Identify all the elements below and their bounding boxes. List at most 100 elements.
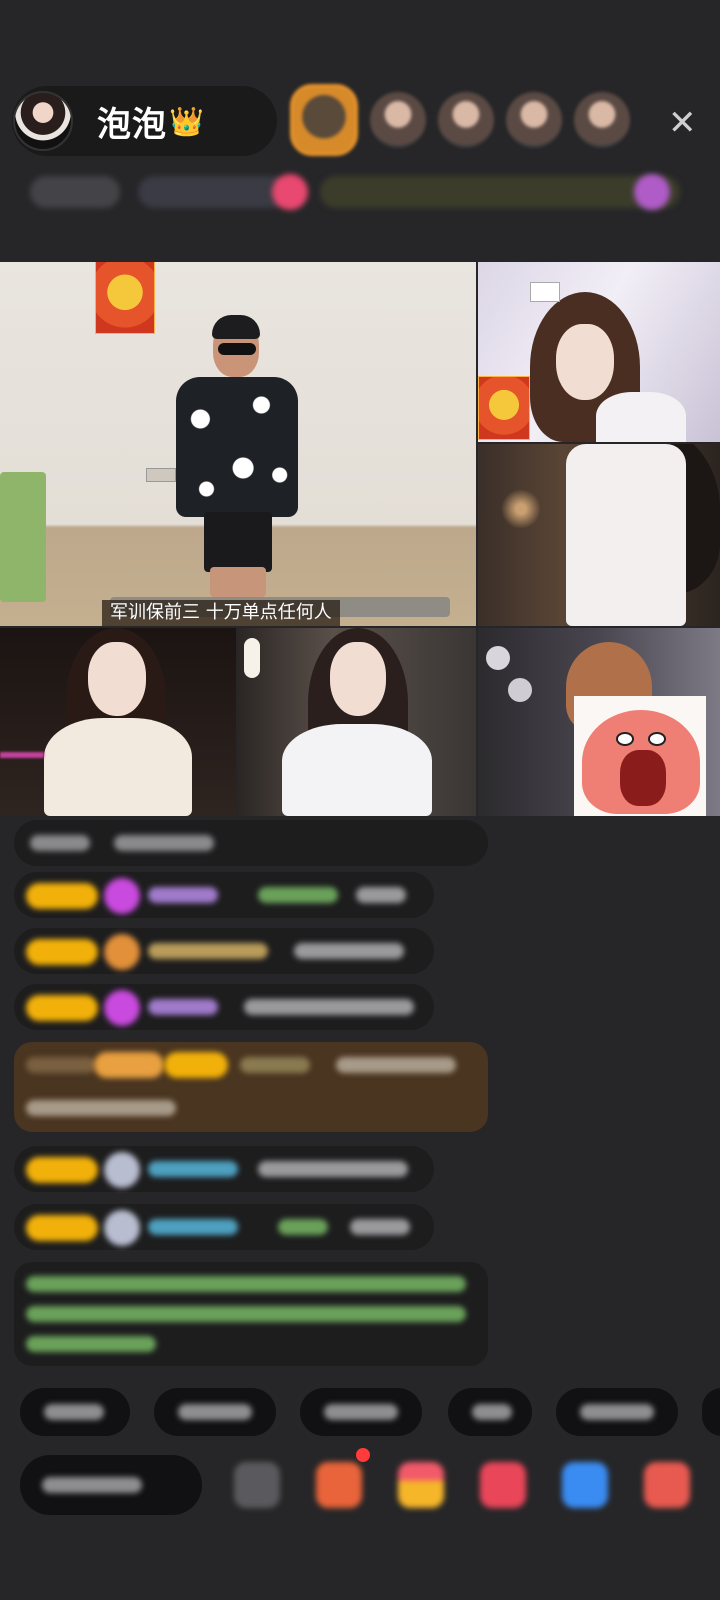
level-badge <box>26 995 98 1021</box>
viewer-avatar[interactable] <box>506 92 562 148</box>
viewer-avatar[interactable] <box>438 92 494 148</box>
gift-box-icon[interactable] <box>398 1462 444 1508</box>
chat-message[interactable] <box>14 820 488 866</box>
quick-chip[interactable] <box>20 1388 130 1436</box>
chip-text <box>44 1404 104 1420</box>
gem-icon <box>104 1210 140 1246</box>
meme-face <box>582 710 700 814</box>
streamer-shirt <box>176 377 298 517</box>
quick-chip[interactable] <box>154 1388 276 1436</box>
guest-dress <box>566 444 686 626</box>
sticker-icon <box>478 376 530 440</box>
host-avatar[interactable] <box>13 91 73 151</box>
meme-eye <box>648 732 666 746</box>
streamer-hair <box>212 315 260 339</box>
meme-mouth <box>620 750 666 806</box>
notice-text <box>26 1306 466 1322</box>
crown-icon: 👑 <box>169 104 204 138</box>
more-icon[interactable] <box>644 1462 690 1508</box>
guest-top <box>44 718 192 816</box>
viewer-avatar[interactable] <box>290 84 358 156</box>
tag-item[interactable] <box>138 176 288 208</box>
guest-video[interactable] <box>238 628 476 816</box>
chat-user <box>148 1219 238 1235</box>
chat-text <box>30 835 90 851</box>
guest-video[interactable] <box>478 628 720 816</box>
pk-icon[interactable] <box>480 1462 526 1508</box>
quick-chip[interactable] <box>702 1388 720 1436</box>
host-name: 泡泡 <box>97 104 167 145</box>
chat-user <box>148 887 218 903</box>
notification-dot <box>356 1448 370 1462</box>
chat-user <box>148 1161 238 1177</box>
tags-row <box>20 172 700 216</box>
sunglasses <box>218 343 256 355</box>
system-notice <box>14 1262 488 1366</box>
comment-input[interactable] <box>20 1455 202 1515</box>
streamer-shorts <box>204 512 272 572</box>
chat-text <box>26 1057 96 1073</box>
gift-icon[interactable] <box>316 1462 362 1508</box>
guest-face <box>330 642 386 716</box>
chat-text <box>26 1100 176 1116</box>
quick-chip[interactable] <box>448 1388 532 1436</box>
streamer-legs <box>210 567 266 597</box>
decoration-ball <box>508 678 532 702</box>
chat-text <box>278 1219 328 1235</box>
tag-item[interactable] <box>320 176 680 208</box>
guest-top <box>596 392 686 442</box>
chat-text <box>294 943 404 959</box>
viewer-avatar[interactable] <box>574 92 630 148</box>
sofa <box>0 472 46 602</box>
level-badge <box>26 883 98 909</box>
chat-text <box>350 1219 410 1235</box>
quick-chip[interactable] <box>556 1388 678 1436</box>
close-icon[interactable]: ✕ <box>668 103 697 143</box>
level-badge <box>26 939 98 965</box>
guest-video[interactable] <box>478 444 720 626</box>
wall-outlet <box>146 468 176 482</box>
chat-user <box>148 943 268 959</box>
notice-text <box>26 1336 156 1352</box>
tag-item[interactable] <box>30 176 120 208</box>
level-badge <box>26 1157 98 1183</box>
chip-text <box>472 1404 512 1420</box>
video-grid: 军训保前三 十万单点任何人 <box>0 262 720 816</box>
chat-text <box>336 1057 456 1073</box>
chip-text <box>580 1404 654 1420</box>
video-caption: 军训保前三 十万单点任何人 <box>102 600 340 626</box>
emoji-icon[interactable] <box>234 1462 280 1508</box>
chat-message[interactable] <box>14 872 434 918</box>
gem-icon <box>104 1152 140 1188</box>
chat-message[interactable] <box>14 928 434 974</box>
chat-user <box>240 1057 310 1073</box>
host-info[interactable]: 泡泡 👑 <box>12 86 277 156</box>
small-sticker-icon <box>530 282 560 302</box>
gem-icon <box>104 934 140 970</box>
main-video[interactable]: 军训保前三 十万单点任何人 <box>0 262 476 626</box>
viewer-list <box>290 84 642 156</box>
meme-eye <box>616 732 634 746</box>
chat-message[interactable] <box>14 1146 434 1192</box>
viewer-avatar[interactable] <box>370 92 426 148</box>
level-badge <box>26 1215 98 1241</box>
guest-face <box>556 324 614 400</box>
background-light <box>486 474 556 544</box>
guest-video[interactable] <box>478 262 720 442</box>
chat-text <box>244 999 414 1015</box>
chat-message[interactable] <box>14 984 434 1030</box>
guest-video[interactable] <box>0 628 236 816</box>
chat-text <box>114 835 214 851</box>
tag-item[interactable] <box>634 174 670 210</box>
quick-chip[interactable] <box>300 1388 422 1436</box>
chat-user <box>148 999 218 1015</box>
decoration-ball <box>486 646 510 670</box>
meme-sticker <box>574 696 706 816</box>
chat-message[interactable] <box>14 1204 434 1250</box>
gift-message[interactable] <box>14 1042 488 1132</box>
guest-face <box>88 642 146 716</box>
chip-text <box>178 1404 252 1420</box>
share-icon[interactable] <box>562 1462 608 1508</box>
chat-text <box>356 887 406 903</box>
tag-item[interactable] <box>272 174 308 210</box>
